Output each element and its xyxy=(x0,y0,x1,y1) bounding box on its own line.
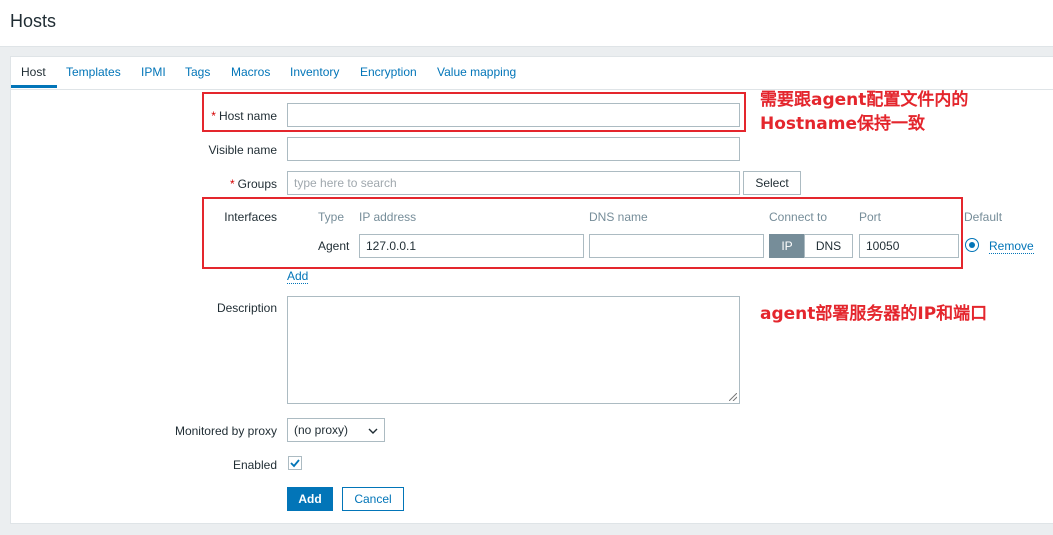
page-title: Hosts xyxy=(10,11,57,31)
tab-templates[interactable]: Templates xyxy=(66,65,121,79)
chevron-down-icon xyxy=(368,428,378,434)
host-name-highlight-box xyxy=(202,92,746,132)
tab-macros[interactable]: Macros xyxy=(231,65,270,79)
host-name-annotation-line2: Hostname保持一致 xyxy=(760,114,925,134)
proxy-selected-value: (no proxy) xyxy=(294,423,349,437)
tab-inventory[interactable]: Inventory xyxy=(290,65,339,79)
enabled-checkbox[interactable] xyxy=(288,456,302,470)
visible-name-label: Visible name xyxy=(208,143,277,157)
groups-select-button[interactable]: Select xyxy=(743,171,801,195)
groups-search-input[interactable]: type here to search xyxy=(287,171,740,195)
tab-tags[interactable]: Tags xyxy=(185,65,210,79)
add-host-button[interactable]: Add xyxy=(287,487,333,511)
resize-handle-icon[interactable] xyxy=(729,393,737,401)
host-name-annotation-line1: 需要跟agent配置文件内的 xyxy=(760,90,969,110)
column-default: Default xyxy=(964,210,1003,224)
tab-host[interactable]: Host xyxy=(21,65,46,79)
interfaces-annotation: agent部署服务器的IP和端口 xyxy=(760,304,988,324)
description-textarea[interactable] xyxy=(287,296,740,404)
description-label: Description xyxy=(216,301,277,315)
tab-bar: Host Templates IPMI Tags Macros Inventor… xyxy=(11,57,1053,90)
default-interface-radio[interactable] xyxy=(965,238,979,252)
required-mark: * xyxy=(229,177,235,191)
tab-ipmi[interactable]: IPMI xyxy=(141,65,166,79)
add-interface-link[interactable]: Add xyxy=(287,270,309,284)
proxy-label: Monitored by proxy xyxy=(174,424,277,438)
proxy-select[interactable]: (no proxy) xyxy=(287,418,385,442)
cancel-button[interactable]: Cancel xyxy=(342,487,404,511)
remove-interface-link[interactable]: Remove xyxy=(989,240,1034,254)
enabled-label: Enabled xyxy=(232,458,277,472)
tab-value-mapping[interactable]: Value mapping xyxy=(437,65,516,79)
groups-label: * Groups xyxy=(229,177,277,191)
active-tab-indicator xyxy=(11,85,57,88)
page-header: Hosts xyxy=(0,0,1053,47)
checkmark-icon xyxy=(290,459,300,468)
tab-encryption[interactable]: Encryption xyxy=(360,65,417,79)
interfaces-highlight-box xyxy=(202,197,963,269)
visible-name-input[interactable] xyxy=(287,137,740,161)
